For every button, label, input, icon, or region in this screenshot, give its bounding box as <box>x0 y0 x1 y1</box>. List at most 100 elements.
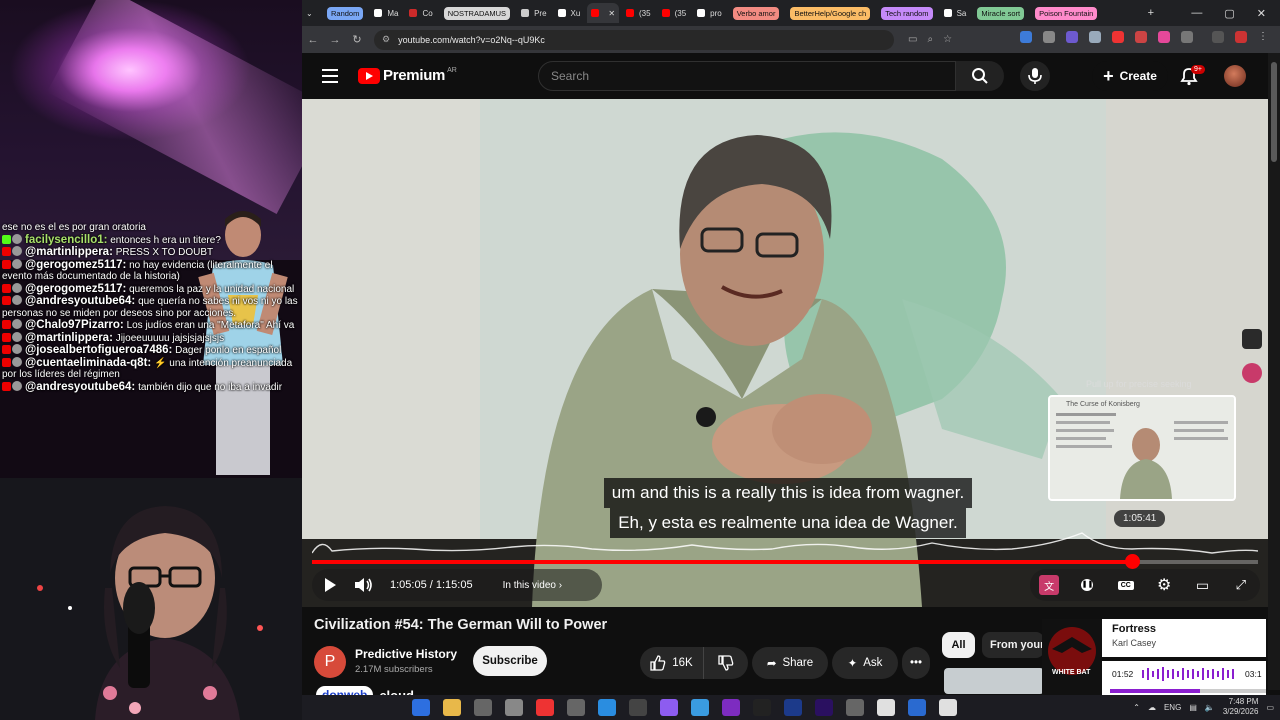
tablet-icon[interactable] <box>505 699 523 716</box>
browser-tab[interactable]: (35 <box>622 3 655 23</box>
browser-tab[interactable]: Xu <box>554 3 585 23</box>
network-icon[interactable]: ▤ <box>1189 703 1197 712</box>
cast-icon[interactable]: ▭ <box>908 34 917 45</box>
minimize-icon[interactable]: — <box>1191 7 1202 19</box>
channel-avatar[interactable]: P <box>314 646 346 678</box>
extension-icon[interactable] <box>1089 31 1101 43</box>
progress-scrubber[interactable] <box>1125 554 1140 569</box>
visual-studio-icon[interactable] <box>660 699 678 716</box>
translate-overlay-icon[interactable] <box>1242 363 1262 383</box>
extension-icon[interactable] <box>1135 31 1147 43</box>
sidebar-icon[interactable] <box>1212 31 1224 43</box>
window-controls: + — ▢ ✕ <box>1148 0 1280 26</box>
channel-name[interactable]: Predictive History <box>355 647 457 661</box>
ask-button[interactable]: ✦ Ask <box>832 647 898 679</box>
browser-tab[interactable]: Co <box>405 3 436 23</box>
album-text: WHITE BAT <box>1052 669 1091 676</box>
notification-center-icon[interactable]: ▭ <box>1266 703 1274 712</box>
dislike-button[interactable] <box>704 647 748 679</box>
extension-icon[interactable] <box>1158 31 1170 43</box>
url-field[interactable]: ⚙ youtube.com/watch?v=o2Nq--qU9Kc <box>374 29 894 50</box>
subscribe-button[interactable]: Subscribe <box>473 646 547 676</box>
autoplay-toggle[interactable]: ❚❚ <box>1077 575 1097 595</box>
extension-icon[interactable] <box>1112 31 1124 43</box>
extension-icon[interactable] <box>1043 31 1055 43</box>
hamburger-menu-icon[interactable] <box>322 69 338 83</box>
extension-icon[interactable] <box>1020 31 1032 43</box>
tab-group-chip[interactable]: Miracle sort <box>973 3 1028 23</box>
chapters-button[interactable]: In this video › <box>503 580 563 591</box>
snip-icon[interactable] <box>412 699 430 716</box>
browser-tab[interactable]: (35 <box>658 3 691 23</box>
profile-icon[interactable] <box>1235 31 1247 43</box>
video-player[interactable]: Pull up for precise seeking The Curse of… <box>302 99 1268 607</box>
theater-mode-icon[interactable]: ▭ <box>1192 575 1212 595</box>
clock[interactable]: 7:48 PM 3/29/2026 <box>1223 697 1259 717</box>
tab-group-chip[interactable]: NOSTRADAMUS <box>440 3 514 23</box>
chrome-icon[interactable] <box>846 699 864 716</box>
speaker-icon[interactable]: 🔈 <box>1205 703 1215 712</box>
share-button[interactable]: ➦ Share <box>752 647 828 679</box>
chrome-icon[interactable] <box>815 699 833 716</box>
play-icon[interactable] <box>322 577 338 593</box>
bookmark-star-icon[interactable]: ☆ <box>943 34 952 45</box>
close-window-icon[interactable]: ✕ <box>1257 7 1266 20</box>
filter-chip-from-your[interactable]: From your <box>982 632 1044 658</box>
tab-group-chip[interactable]: Poison Fountain <box>1031 3 1101 23</box>
back-icon[interactable]: ← <box>302 34 324 46</box>
browser-tab[interactable]: Pre <box>517 3 550 23</box>
browser-tab[interactable]: Sa <box>940 3 971 23</box>
filter-chip-all[interactable]: All <box>942 632 975 658</box>
browser-tab[interactable]: pro <box>693 3 726 23</box>
tab-active[interactable]: ✕ <box>587 3 620 23</box>
account-avatar[interactable] <box>1224 65 1246 87</box>
tab-group-chip[interactable]: Tech random <box>877 3 936 23</box>
more-actions-button[interactable]: ••• <box>902 647 930 679</box>
terminal-icon[interactable] <box>474 699 492 716</box>
language-indicator[interactable]: ENG <box>1164 703 1181 712</box>
site-info-icon[interactable]: ⚙ <box>382 34 390 45</box>
scrollbar-thumb[interactable] <box>1271 62 1277 162</box>
tab-search-icon[interactable]: ⌄ <box>302 3 320 23</box>
new-tab-icon[interactable]: + <box>1148 7 1154 19</box>
obs-icon[interactable] <box>567 699 585 716</box>
app-icon[interactable] <box>939 699 957 716</box>
close-tab-icon[interactable]: ✕ <box>608 9 615 18</box>
tray-chevron-icon[interactable]: ⌃ <box>1133 703 1140 712</box>
tab-group-chip[interactable]: BetterHelp/Google ch <box>786 3 874 23</box>
menu-kebab-icon[interactable]: ⋮ <box>1258 31 1270 43</box>
search-button[interactable] <box>956 61 1004 91</box>
app-icon[interactable] <box>629 699 647 716</box>
tray-app-icon[interactable]: ☁ <box>1148 703 1156 712</box>
vscode-icon[interactable] <box>598 699 616 716</box>
settings-gear-icon[interactable]: ⚙ <box>1154 575 1174 595</box>
reload-icon[interactable]: ↻ <box>346 33 368 46</box>
overlay-tool-icon[interactable] <box>1242 329 1262 349</box>
after-effects-icon[interactable] <box>784 699 802 716</box>
recommended-thumbnail[interactable] <box>944 668 1044 694</box>
extension-icon[interactable] <box>1066 31 1078 43</box>
photoshop-icon[interactable] <box>753 699 771 716</box>
app-icon[interactable] <box>722 699 740 716</box>
captions-icon[interactable]: CC <box>1116 575 1136 595</box>
volume-icon[interactable] <box>354 577 374 593</box>
tab-group-chip[interactable]: Verbo amor <box>729 3 784 23</box>
voice-search-button[interactable] <box>1020 61 1050 91</box>
todo-icon[interactable] <box>691 699 709 716</box>
premiere-icon[interactable] <box>908 699 926 716</box>
extensions-puzzle-icon[interactable] <box>1181 31 1193 43</box>
forward-icon[interactable]: → <box>324 34 346 46</box>
fullscreen-icon[interactable]: ⤢ <box>1231 575 1251 595</box>
brave-icon[interactable] <box>536 699 554 716</box>
lightroom-icon[interactable] <box>877 699 895 716</box>
like-button[interactable]: 16K <box>640 647 704 679</box>
create-button[interactable]: + Create <box>1092 61 1168 91</box>
tab-group-chip[interactable]: Random <box>323 3 367 23</box>
zoom-icon[interactable]: ⌕ <box>927 34 933 45</box>
youtube-premium-logo[interactable]: Premium AR <box>358 67 457 84</box>
browser-tab[interactable]: Ma <box>370 3 402 23</box>
file-explorer-icon[interactable] <box>443 699 461 716</box>
search-input[interactable]: Search <box>538 61 956 91</box>
translate-icon[interactable]: 文 <box>1039 575 1060 595</box>
maximize-icon[interactable]: ▢ <box>1224 7 1234 20</box>
